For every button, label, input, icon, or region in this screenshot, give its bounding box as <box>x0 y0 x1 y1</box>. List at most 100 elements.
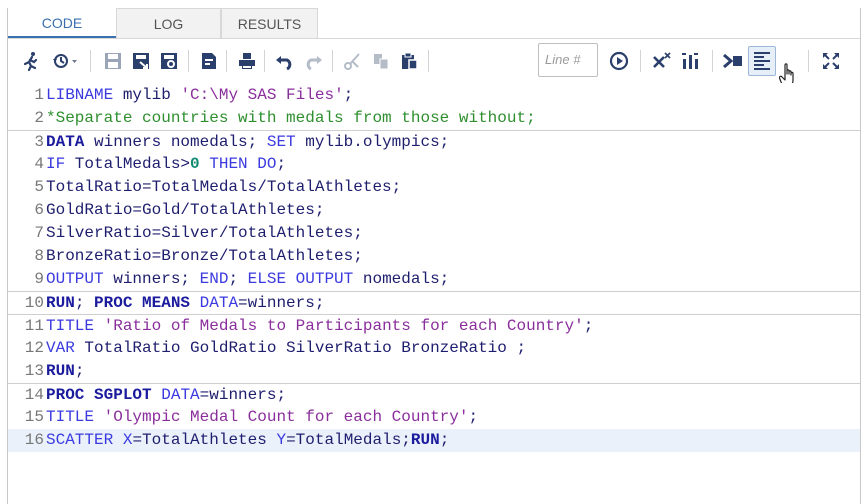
code-token: ; <box>74 362 85 380</box>
line-number: 5 <box>34 178 44 196</box>
history-icon[interactable] <box>48 48 84 74</box>
toolbar-separator <box>188 50 189 72</box>
line-number: 6 <box>34 201 44 219</box>
toolbar-separator <box>640 50 641 72</box>
code-text: RUN; PROC MEANS DATA=winners; <box>46 292 324 314</box>
code-token: THEN DO <box>209 155 277 173</box>
code-line[interactable]: 3 DATA winners nomedals; SET mylib.olympi… <box>8 130 860 153</box>
line-number: 1 <box>34 86 44 104</box>
code-line[interactable]: 2 *Separate countries with medals from th… <box>8 107 860 130</box>
code-token: SET <box>266 133 296 151</box>
code-token: ; <box>276 155 287 173</box>
code-text: BronzeRatio=Bronze/TotalAthletes; <box>46 245 363 267</box>
paste-icon[interactable] <box>396 48 422 74</box>
code-token: =winners; <box>199 386 287 404</box>
cut-icon[interactable] <box>340 48 366 74</box>
code-token: SCATTER <box>46 431 114 449</box>
tab-results[interactable]: RESULTS <box>221 8 318 39</box>
line-number: 14 <box>24 386 44 404</box>
code-text: PROC SGPLOT DATA=winners; <box>46 384 286 406</box>
code-text: *Separate countries with medals from tho… <box>46 107 536 129</box>
code-text: VAR TotalRatio GoldRatio SilverRatio Bro… <box>46 337 526 359</box>
line-number: 10 <box>24 294 44 312</box>
clear-icon[interactable] <box>648 48 674 74</box>
code-line[interactable]: 12 VAR TotalRatio GoldRatio SilverRatio B… <box>8 337 860 360</box>
format-code-icon[interactable] <box>678 48 704 74</box>
code-line[interactable]: 1 LIBNAME mylib 'C:\My SAS Files'; <box>8 84 860 107</box>
code-line[interactable]: 4 IF TotalMedals>0 THEN DO; <box>8 153 860 176</box>
toolbar-separator <box>264 50 265 72</box>
code-token: PROC MEANS <box>94 294 191 312</box>
save-icon[interactable] <box>100 48 126 74</box>
toolbar-separator <box>90 50 91 72</box>
code-text: DATA winners nomedals; SET mylib.olympic… <box>46 131 449 153</box>
code-line[interactable]: 5 TotalRatio=TotalMedals/TotalAthletes; <box>8 176 860 199</box>
tab-log[interactable]: LOG <box>116 8 221 39</box>
code-token: OUTPUT <box>46 270 104 288</box>
code-token: TITLE <box>46 408 95 426</box>
code-line[interactable]: 16 SCATTER X=TotalAthletes Y=TotalMedals;… <box>8 429 860 452</box>
code-token: LIBNAME <box>46 86 114 104</box>
code-line[interactable]: 7 SilverRatio=Silver/TotalAthletes; <box>8 222 860 245</box>
code-token: TotalRatio GoldRatio SilverRatio BronzeR… <box>74 339 527 357</box>
code-token: RUN <box>46 294 75 312</box>
undo-icon[interactable] <box>272 48 298 74</box>
code-token: mylib <box>113 86 181 104</box>
redo-icon[interactable] <box>300 48 326 74</box>
code-token: ; <box>74 294 95 312</box>
line-number: 9 <box>34 270 44 288</box>
print-icon[interactable] <box>234 48 260 74</box>
code-token: ; <box>343 86 354 104</box>
code-token: BronzeRatio=Bronze/TotalAthletes; <box>46 247 363 265</box>
code-token: DATA <box>199 294 239 312</box>
code-text: SCATTER X=TotalAthletes Y=TotalMedals;RU… <box>46 429 449 451</box>
code-text: TotalRatio=TotalMedals/TotalAthletes; <box>46 176 401 198</box>
code-token: DATA <box>46 133 85 151</box>
go-to-line-icon[interactable] <box>606 48 632 74</box>
copy-file-icon[interactable] <box>196 48 222 74</box>
copy-icon[interactable] <box>368 48 394 74</box>
code-line[interactable]: 13 RUN; <box>8 360 860 383</box>
toolbar-separator <box>808 50 809 72</box>
submit-selection-icon[interactable] <box>720 48 746 74</box>
code-line[interactable]: 8 BronzeRatio=Bronze/TotalAthletes; <box>8 245 860 268</box>
tab-bar: CODE LOG RESULTS <box>8 8 860 39</box>
snippet-icon[interactable] <box>748 46 776 76</box>
toolbar-separator <box>226 50 227 72</box>
code-token: mylib.olympics; <box>295 133 450 151</box>
code-token: =TotalAthletes <box>132 431 277 449</box>
code-token: ; <box>228 270 248 288</box>
code-token: RUN <box>410 431 440 449</box>
code-token: 'Olympic Medal Count for each Country' <box>103 408 469 426</box>
maximize-icon[interactable] <box>818 48 844 74</box>
code-editor[interactable]: 1 LIBNAME mylib 'C:\My SAS Files'; 2 *Separ… <box>8 83 860 504</box>
code-token: DATA <box>161 386 200 404</box>
code-line[interactable]: 15 TITLE 'Olympic Medal Count for each Co… <box>8 406 860 429</box>
line-number-field[interactable] <box>538 43 601 77</box>
code-token: IF <box>46 155 66 173</box>
code-line[interactable]: 14 PROC SGPLOT DATA=winners; <box>8 383 860 406</box>
code-line[interactable]: 6 GoldRatio=Gold/TotalAthletes; <box>8 199 860 222</box>
code-text: TITLE 'Ratio of Medals to Participants f… <box>46 315 593 337</box>
run-icon[interactable] <box>18 48 44 74</box>
code-line[interactable]: 11 TITLE 'Ratio of Medals to Participants… <box>8 314 860 337</box>
save-as-icon[interactable] <box>128 48 154 74</box>
code-token: RUN <box>46 362 75 380</box>
code-token: winners; <box>103 270 200 288</box>
code-token: nomedals; <box>353 270 450 288</box>
code-token: Y <box>276 431 287 449</box>
code-line[interactable]: 9 OUTPUT winners; END; ELSE OUTPUT nomeda… <box>8 268 860 291</box>
code-line[interactable]: 10 RUN; PROC MEANS DATA=winners; <box>8 291 860 314</box>
line-number-input[interactable] <box>539 44 601 74</box>
code-token: VAR <box>46 339 75 357</box>
tab-code[interactable]: CODE <box>8 8 116 39</box>
save-template-icon[interactable] <box>156 48 182 74</box>
code-token: =winners; <box>238 294 325 312</box>
line-number: 2 <box>34 109 44 127</box>
code-token: ; <box>583 317 594 335</box>
code-text: RUN; <box>46 360 84 382</box>
code-token: PROC SGPLOT <box>46 386 152 404</box>
